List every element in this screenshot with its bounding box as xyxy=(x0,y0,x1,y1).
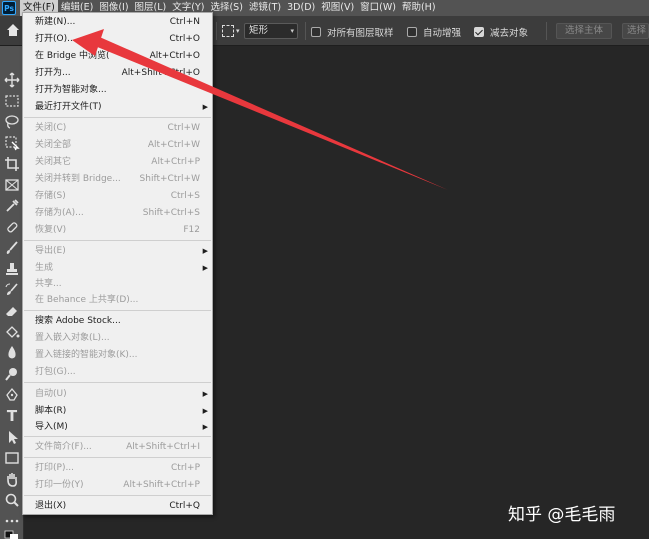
zoom-tool-icon[interactable] xyxy=(4,492,20,508)
menu-item-print-one-copy[interactable]: 打印一份(Y) Alt+Shift+Ctrl+P xyxy=(23,477,212,493)
blur-tool-icon[interactable] xyxy=(4,345,20,361)
menu-item-automate[interactable]: 自动(U) ▶ xyxy=(23,386,212,402)
menu-select[interactable]: 选择(S) xyxy=(207,0,245,16)
menu-item-close[interactable]: 关闭(C) Ctrl+W xyxy=(23,120,212,136)
menu-item-open[interactable]: 打开(O)... Ctrl+O xyxy=(23,31,212,47)
dodge-tool-icon[interactable] xyxy=(4,366,20,382)
menu-separator xyxy=(24,310,211,311)
auto-enhance-checkbox[interactable]: 自动增强 xyxy=(407,25,462,39)
rectangle-tool-icon[interactable] xyxy=(4,450,20,466)
object-selection-tool-icon[interactable] xyxy=(4,135,20,151)
menu-window[interactable]: 窗口(W) xyxy=(357,0,399,16)
select-subject-button[interactable]: 选择主体 xyxy=(556,23,613,39)
menu-separator xyxy=(24,495,211,496)
options-divider xyxy=(305,22,306,40)
menu-item-save[interactable]: 存储(S) Ctrl+S xyxy=(23,188,212,204)
selection-mode-icon[interactable] xyxy=(222,25,234,37)
brush-tool-icon[interactable] xyxy=(4,240,20,256)
menu-item-file-info[interactable]: 文件简介(F)... Alt+Shift+Ctrl+I xyxy=(23,439,212,455)
menu-3d[interactable]: 3D(D) xyxy=(284,0,318,16)
menu-item-revert[interactable]: 恢复(V) F12 xyxy=(23,222,212,238)
checkbox-label: 减去对象 xyxy=(490,27,529,39)
hand-tool-icon[interactable] xyxy=(4,471,20,487)
menu-separator xyxy=(24,117,211,118)
menu-item-share[interactable]: 共享... xyxy=(23,276,212,292)
options-divider xyxy=(216,22,217,40)
options-divider xyxy=(546,22,547,40)
menu-item-browse-in-bridge[interactable]: 在 Bridge 中浏览( Alt+Ctrl+O xyxy=(23,48,212,64)
menu-item-import[interactable]: 导入(M) ▶ xyxy=(23,419,212,435)
chevron-down-icon: ▾ xyxy=(290,27,294,35)
sample-all-layers-checkbox[interactable]: 对所有图层取样 xyxy=(311,25,394,39)
submenu-arrow-icon: ▶ xyxy=(202,423,208,431)
photoshop-window: Ps 文件(F) 编辑(E) 图像(I) 图层(L) 文字(Y) 选择(S) 滤… xyxy=(0,0,649,539)
eraser-tool-icon[interactable] xyxy=(4,303,20,319)
menu-item-close-all[interactable]: 关闭全部 Alt+Ctrl+W xyxy=(23,137,212,153)
pen-tool-icon[interactable] xyxy=(4,387,20,403)
menu-item-scripts[interactable]: 脚本(R) ▶ xyxy=(23,403,212,419)
menu-view[interactable]: 视图(V) xyxy=(318,0,357,16)
menu-item-export[interactable]: 导出(E) ▶ xyxy=(23,243,212,259)
submenu-arrow-icon: ▶ xyxy=(202,103,208,111)
menu-item-package[interactable]: 打包(G)... xyxy=(23,364,212,380)
menu-item-generate[interactable]: 生成 ▶ xyxy=(23,260,212,276)
select-and-mask-button[interactable]: 选择 xyxy=(622,23,649,39)
menu-separator xyxy=(24,240,211,241)
submenu-arrow-icon: ▶ xyxy=(202,264,208,272)
menu-item-new[interactable]: 新建(N)... Ctrl+N xyxy=(23,14,212,30)
menu-separator xyxy=(24,457,211,458)
submenu-arrow-icon: ▶ xyxy=(202,407,208,415)
menu-separator xyxy=(24,436,211,437)
history-brush-tool-icon[interactable] xyxy=(4,282,20,298)
menu-item-place-embedded[interactable]: 置入嵌入对象(L)... xyxy=(23,330,212,346)
checkbox-label: 自动增强 xyxy=(423,27,462,39)
ps-logo-icon: Ps xyxy=(2,1,16,15)
path-selection-tool-icon[interactable] xyxy=(4,429,20,445)
paint-bucket-tool-icon[interactable] xyxy=(4,324,20,340)
color-swatches-icon[interactable] xyxy=(4,530,20,539)
submenu-arrow-icon: ▶ xyxy=(202,390,208,398)
subtract-object-checkbox[interactable]: 减去对象 xyxy=(474,25,529,39)
checkbox-box[interactable] xyxy=(474,26,484,37)
lasso-tool-icon[interactable] xyxy=(4,114,20,130)
file-menu-dropdown: 新建(N)... Ctrl+N 打开(O)... Ctrl+O 在 Bridge… xyxy=(22,12,213,515)
menu-item-close-and-go-to-bridge[interactable]: 关闭并转到 Bridge... Shift+Ctrl+W xyxy=(23,171,212,187)
mode-select-value: 矩形 xyxy=(249,25,269,36)
type-tool-icon[interactable]: T xyxy=(0,407,24,425)
menu-separator xyxy=(24,382,211,383)
frame-tool-icon[interactable] xyxy=(4,177,20,193)
submenu-arrow-icon: ▶ xyxy=(202,247,208,255)
menu-item-place-linked[interactable]: 置入链接的智能对象(K)... xyxy=(23,347,212,363)
menu-item-share-on-behance[interactable]: 在 Behance 上共享(D)... xyxy=(23,292,212,308)
checkbox-box[interactable] xyxy=(407,26,417,37)
home-icon[interactable] xyxy=(6,24,20,38)
checkbox-label: 对所有图层取样 xyxy=(327,27,394,39)
menu-item-open-as-smart-object[interactable]: 打开为智能对象... xyxy=(23,82,212,98)
clone-stamp-tool-icon[interactable] xyxy=(4,261,20,277)
tools-panel: T xyxy=(0,46,24,539)
checkbox-box[interactable] xyxy=(311,26,321,37)
chevron-down-icon[interactable]: ▾ xyxy=(236,27,240,35)
menu-item-save-as[interactable]: 存储为(A)... Shift+Ctrl+S xyxy=(23,205,212,221)
menu-item-search-adobe-stock[interactable]: 搜索 Adobe Stock... xyxy=(23,313,212,329)
menu-item-print[interactable]: 打印(P)... Ctrl+P xyxy=(23,460,212,476)
marquee-tool-icon[interactable] xyxy=(4,93,20,109)
menu-item-open-as[interactable]: 打开为... Alt+Shift+Ctrl+O xyxy=(23,65,212,81)
healing-brush-tool-icon[interactable] xyxy=(4,219,20,235)
mode-select[interactable]: 矩形 ▾ xyxy=(244,23,298,39)
menu-help[interactable]: 帮助(H) xyxy=(399,0,439,16)
watermark: 知乎 @毛毛雨 xyxy=(508,505,616,525)
move-tool-icon[interactable] xyxy=(4,72,20,88)
more-tools-icon[interactable] xyxy=(4,513,20,529)
menu-filter[interactable]: 滤镜(T) xyxy=(246,0,284,16)
menu-item-close-others[interactable]: 关闭其它 Alt+Ctrl+P xyxy=(23,154,212,170)
crop-tool-icon[interactable] xyxy=(4,156,20,172)
menu-item-open-recent[interactable]: 最近打开文件(T) ▶ xyxy=(23,99,212,115)
menu-item-exit[interactable]: 退出(X) Ctrl+Q xyxy=(23,498,212,514)
eyedropper-tool-icon[interactable] xyxy=(4,198,20,214)
